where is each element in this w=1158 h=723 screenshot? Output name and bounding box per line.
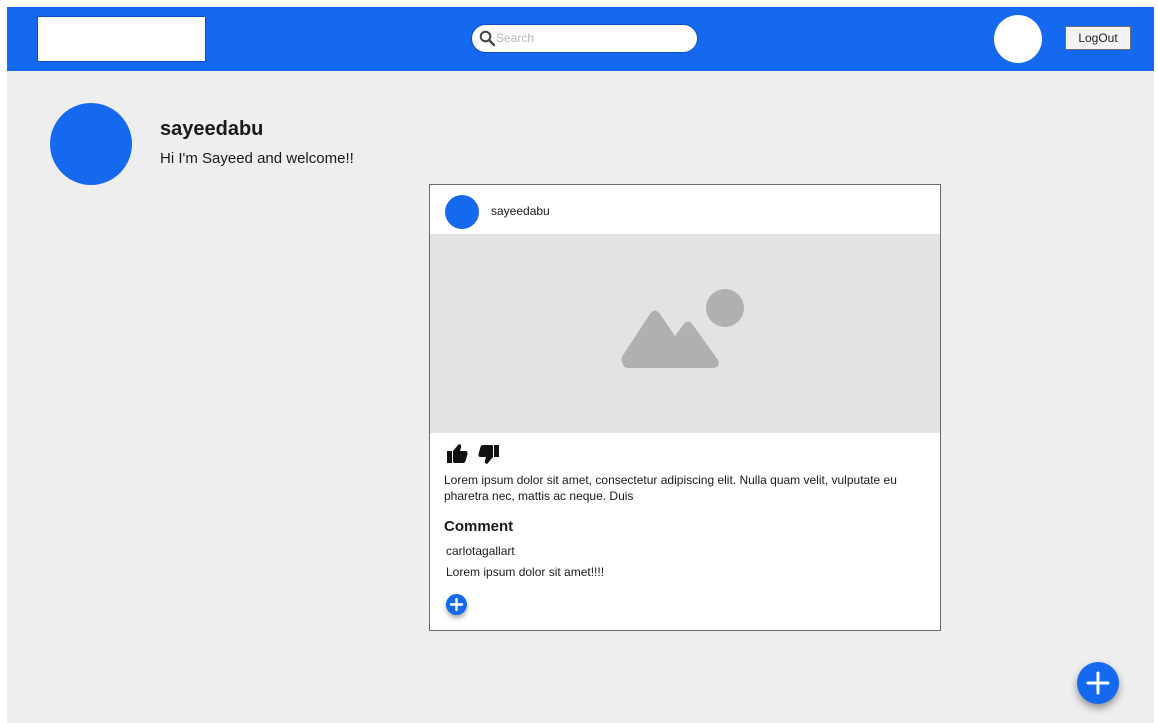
app-frame: LogOut sayeedabu Hi I'm Sayeed and welco… <box>7 7 1154 723</box>
logo-placeholder[interactable] <box>37 16 206 62</box>
comment-author[interactable]: carlotagallart <box>446 544 515 558</box>
post-author-name[interactable]: sayeedabu <box>491 204 550 218</box>
post-card: sayeedabu Lorem ipsum dolor sit amet, co… <box>429 184 941 631</box>
create-post-button[interactable] <box>1077 662 1119 704</box>
profile-username: sayeedabu <box>160 118 264 140</box>
thumbs-down-icon[interactable] <box>477 442 501 466</box>
plus-icon <box>449 597 464 612</box>
image-placeholder-icon <box>621 289 744 368</box>
profile-avatar <box>50 103 132 185</box>
search-bar <box>471 24 698 53</box>
comments-heading: Comment <box>444 518 514 535</box>
thumbs-up-icon[interactable] <box>445 442 469 466</box>
profile-bio: Hi I'm Sayeed and welcome!! <box>160 150 354 167</box>
plus-icon <box>1086 671 1110 695</box>
post-image <box>430 234 940 433</box>
post-caption: Lorem ipsum dolor sit amet, consectetur … <box>444 473 897 503</box>
logout-button[interactable]: LogOut <box>1065 26 1131 50</box>
comment-text: Lorem ipsum dolor sit amet!!!! <box>446 565 605 579</box>
search-input[interactable] <box>496 28 686 48</box>
reaction-bar <box>445 442 505 466</box>
post-author-avatar <box>445 195 479 229</box>
search-icon <box>479 30 496 47</box>
add-comment-button[interactable] <box>446 594 467 615</box>
top-navbar: LogOut <box>7 7 1154 71</box>
user-avatar[interactable] <box>994 15 1042 63</box>
